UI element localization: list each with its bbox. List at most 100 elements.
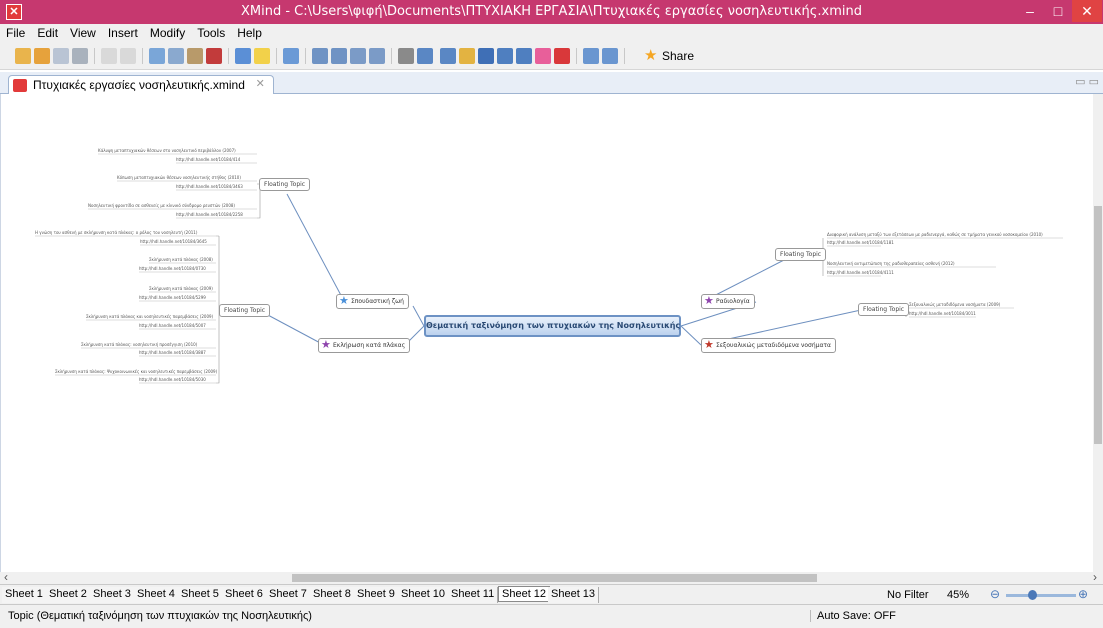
presentation-icon[interactable]	[554, 48, 570, 64]
leaf-link[interactable]: http://hdl.handle.net/10184/414	[176, 157, 240, 163]
drill-up-icon[interactable]	[602, 48, 618, 64]
close-tab-icon[interactable]: ✕	[256, 77, 265, 90]
main-topic-student-life[interactable]: ★ Σπουδαστική ζωή	[336, 294, 409, 309]
topic-icon[interactable]	[235, 48, 251, 64]
attachment-icon[interactable]	[369, 48, 385, 64]
sheet-tab[interactable]: Sheet 11	[448, 587, 499, 603]
menu-file[interactable]: File	[0, 24, 31, 40]
leaf-title[interactable]: Σκλήρυνση κατά πλάκας και νοσηλευτικές π…	[86, 314, 213, 320]
brush-icon[interactable]	[535, 48, 551, 64]
menu-help[interactable]: Help	[231, 24, 268, 40]
image-icon[interactable]	[417, 48, 433, 64]
open-icon[interactable]	[34, 48, 50, 64]
save-icon[interactable]	[53, 48, 69, 64]
sheet-tab[interactable]: Sheet 13	[548, 587, 600, 603]
leaf-link[interactable]: http://hdl.handle.net/10184/5299	[139, 295, 206, 301]
horizontal-scrollbar[interactable]: ‹ ›	[0, 570, 1103, 584]
print-icon[interactable]	[72, 48, 88, 64]
scroll-left-icon[interactable]: ‹	[4, 570, 8, 584]
style-icon[interactable]	[497, 48, 513, 64]
leaf-title[interactable]: Σκλήρυνση κατά πλάκας: Ψυχοκοινωνικές κα…	[55, 369, 217, 375]
equation-icon[interactable]	[478, 48, 494, 64]
mindmap-canvas[interactable]: Θεματική ταξινόμηση των πτυχιακών της Νο…	[0, 94, 1103, 572]
zoom-in-icon[interactable]: ⊕	[1078, 587, 1088, 601]
leaf-title[interactable]: Νοσηλευτική φροντίδα σε ασθενείς με κλιν…	[88, 203, 235, 209]
leaf-link[interactable]: http://hdl.handle.net/10184/3463	[176, 184, 243, 190]
floating-topic[interactable]: Floating Topic	[775, 248, 827, 261]
menu-edit[interactable]: Edit	[31, 24, 64, 40]
sheet-tab[interactable]: Sheet 7	[266, 587, 311, 603]
menu-insert[interactable]: Insert	[102, 24, 144, 40]
zoom-out-icon[interactable]: ⊖	[990, 587, 1000, 601]
leaf-link[interactable]: http://hdl.handle.net/10184/0730	[139, 266, 206, 272]
sheet-tab[interactable]: Sheet 9	[354, 587, 399, 603]
sheet-tab[interactable]: Sheet 3	[90, 587, 135, 603]
central-topic[interactable]: Θεματική ταξινόμηση των πτυχιακών της Νο…	[424, 315, 681, 337]
leaf-title[interactable]: Σεξουαλικώς μεταδιδόμενα νοσήματα (2009)	[909, 302, 1000, 308]
summary-icon[interactable]	[350, 48, 366, 64]
leaf-link[interactable]: http://hdl.handle.net/10184/2258	[176, 212, 243, 218]
menu-view[interactable]: View	[64, 24, 102, 40]
delete-icon[interactable]	[206, 48, 222, 64]
maximize-button[interactable]: □	[1044, 0, 1072, 22]
sheet-tab[interactable]: Sheet 1	[2, 587, 47, 603]
sheet-tab[interactable]: Sheet 10	[398, 587, 450, 603]
sheet-tab[interactable]: Sheet 5	[178, 587, 223, 603]
leaf-link[interactable]: http://hdl.handle.net/10184/3011	[909, 311, 976, 317]
marker-icon[interactable]	[283, 48, 299, 64]
floating-topic[interactable]: Floating Topic	[858, 303, 910, 316]
sheet-tab-active[interactable]: Sheet 12	[498, 586, 551, 602]
leaf-link[interactable]: http://hdl.handle.net/10184/3645	[140, 239, 207, 245]
zoom-slider[interactable]	[1006, 590, 1076, 600]
autosave-status[interactable]: Auto Save: OFF	[810, 610, 896, 622]
leaf-title[interactable]: Σκλήρυνση κατά πλάκας: νοσηλευτική προσέ…	[81, 342, 197, 348]
boundary-icon[interactable]	[331, 48, 347, 64]
zoom-slider-knob[interactable]	[1028, 590, 1037, 600]
undo-icon[interactable]	[101, 48, 117, 64]
new-icon[interactable]	[15, 48, 31, 64]
vertical-scrollbar[interactable]	[1093, 94, 1103, 572]
paste-icon[interactable]	[187, 48, 203, 64]
minimize-button[interactable]: –	[1016, 0, 1044, 22]
main-topic-std[interactable]: ★ Σεξουαλικώς μεταδιδόμενα νοσήματα	[701, 338, 836, 353]
drill-down-icon[interactable]	[583, 48, 599, 64]
leaf-title[interactable]: Η γνώση του ασθενή με σκλήρυνση κατά πλά…	[35, 230, 197, 236]
format-icon[interactable]	[516, 48, 532, 64]
leaf-link[interactable]: http://hdl.handle.net/10184/5030	[139, 377, 206, 383]
sheet-tab[interactable]: Sheet 2	[46, 587, 91, 603]
hyperlink-icon[interactable]	[398, 48, 414, 64]
main-topic-radiology[interactable]: ★ Ραδιολογία	[701, 294, 755, 309]
cut-icon[interactable]	[149, 48, 165, 64]
floating-topic[interactable]: Floating Topic	[259, 178, 311, 191]
leaf-title[interactable]: Νοσηλευτική αντιμετώπιση της ραδιοθεραπε…	[827, 261, 955, 267]
editor-tab[interactable]: Πτυχιακές εργασίες νοσηλευτικής.xmind ✕	[8, 75, 274, 94]
leaf-title[interactable]: Κάλυψη μεταπτυχιακών θέσεων στο νοσηλευτ…	[98, 148, 236, 154]
leaf-link[interactable]: http://hdl.handle.net/10184/3887	[139, 350, 206, 356]
leaf-link[interactable]: http://hdl.handle.net/10184/1181	[827, 240, 894, 246]
relationship-icon[interactable]	[312, 48, 328, 64]
leaf-title[interactable]: Διαφορική ανάλυση μεταξύ των εξετάσεων μ…	[827, 232, 1043, 238]
scroll-right-icon[interactable]: ›	[1093, 570, 1097, 584]
close-button[interactable]: ✕	[1072, 0, 1102, 22]
menu-modify[interactable]: Modify	[144, 24, 191, 40]
sheet-tab[interactable]: Sheet 8	[310, 587, 355, 603]
minimize-editor-icon[interactable]: ▭ ▭	[1075, 75, 1099, 88]
redo-icon[interactable]	[120, 48, 136, 64]
leaf-link[interactable]: http://hdl.handle.net/10184/5007	[139, 323, 206, 329]
floating-topic[interactable]: Floating Topic	[219, 304, 271, 317]
leaf-title[interactable]: Σκλήρυνση κατά πλάκας (2009)	[149, 286, 213, 292]
note-icon[interactable]	[440, 48, 456, 64]
leaf-link[interactable]: http://hdl.handle.net/10184/4111	[827, 270, 894, 276]
menu-tools[interactable]: Tools	[191, 24, 231, 40]
leaf-title[interactable]: Κόπωση μεταπτυχιακών θέσεων νοσηλευτικής…	[117, 175, 241, 181]
filter-label[interactable]: No Filter	[887, 589, 929, 601]
sheet-tab[interactable]: Sheet 6	[222, 587, 267, 603]
horizontal-scroll-thumb[interactable]	[292, 574, 817, 582]
idea-icon[interactable]	[254, 48, 270, 64]
copy-icon[interactable]	[168, 48, 184, 64]
share-button[interactable]: ★ Share	[644, 48, 694, 64]
vertical-scroll-thumb[interactable]	[1094, 206, 1102, 444]
label-icon[interactable]	[459, 48, 475, 64]
leaf-title[interactable]: Σκλήρυνση κατά πλάκας (2008)	[149, 257, 213, 263]
main-topic-multiple-sclerosis[interactable]: ★ Εκλήρωση κατά πλάκας	[318, 338, 411, 353]
